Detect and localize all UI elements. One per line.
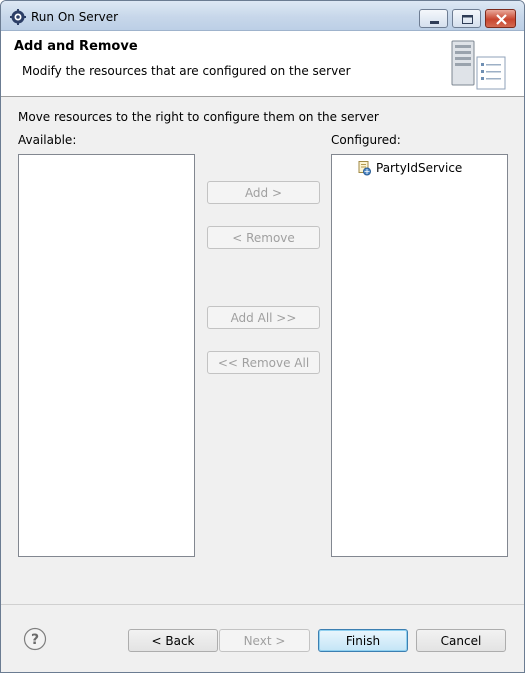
minimize-icon (430, 21, 439, 24)
back-button[interactable]: < Back (128, 629, 218, 652)
configured-list[interactable]: PartyIdService (331, 154, 508, 557)
add-all-button[interactable]: Add All >> (207, 306, 320, 329)
available-list[interactable] (18, 154, 195, 557)
web-module-icon (356, 160, 372, 176)
svg-text:?: ? (31, 632, 39, 648)
wizard-header: Add and Remove Modify the resources that… (1, 31, 524, 97)
instruction-text: Move resources to the right to configure… (18, 110, 379, 124)
remove-button[interactable]: < Remove (207, 226, 320, 249)
cancel-button[interactable]: Cancel (416, 629, 506, 652)
next-button[interactable]: Next > (219, 629, 310, 652)
minimize-button[interactable] (419, 9, 448, 28)
footer-separator (1, 604, 524, 605)
maximize-icon (462, 15, 473, 24)
run-on-server-dialog: Run On Server Add and Remove Modify the … (0, 0, 525, 673)
page-description: Modify the resources that are configured… (22, 64, 351, 78)
add-button[interactable]: Add > (207, 181, 320, 204)
close-icon (496, 14, 507, 25)
window-title: Run On Server (31, 10, 119, 24)
finish-button[interactable]: Finish (318, 629, 408, 652)
configured-label: Configured: (331, 133, 401, 147)
maximize-button[interactable] (452, 9, 481, 28)
remove-all-button[interactable]: << Remove All (207, 351, 320, 374)
server-icon (449, 39, 509, 94)
available-label: Available: (18, 133, 77, 147)
help-icon[interactable]: ? (23, 627, 47, 654)
close-button[interactable] (485, 9, 516, 28)
page-title: Add and Remove (14, 39, 138, 54)
list-item[interactable]: PartyIdService (356, 159, 462, 177)
title-bar[interactable]: Run On Server (1, 1, 524, 31)
list-item-label: PartyIdService (376, 161, 463, 175)
eclipse-gear-icon (10, 9, 26, 25)
